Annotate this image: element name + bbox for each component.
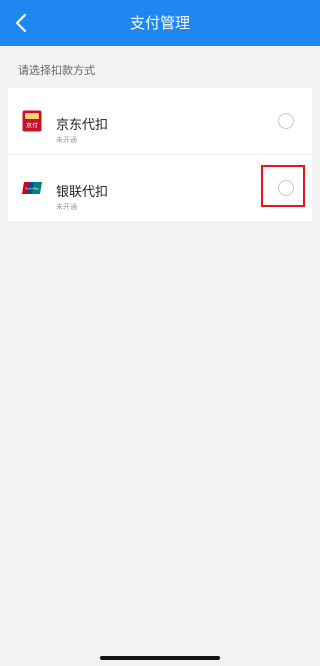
section-label: 请选择扣款方式	[18, 64, 95, 77]
payment-option-status: 未开通	[56, 136, 77, 144]
payment-option-jd[interactable]: 京付 京东代扣 未开通	[8, 88, 312, 154]
top-navigation-bar: 支付管理	[0, 0, 320, 46]
payment-option-unionpay[interactable]: UnionPay 银联代扣 未开通	[8, 154, 312, 221]
radio-button[interactable]	[278, 113, 294, 129]
unionpay-icon-text: UnionPay	[25, 187, 39, 191]
home-indicator	[100, 656, 220, 660]
back-button[interactable]	[6, 8, 36, 38]
payment-method-list: 京付 京东代扣 未开通 UnionPay 银联代扣 未开通	[8, 88, 312, 221]
payment-option-title: 银联代扣	[56, 185, 109, 200]
jd-pay-icon: 京付	[22, 110, 42, 132]
unionpay-icon: UnionPay	[22, 182, 42, 194]
payment-option-status: 未开通	[56, 203, 77, 211]
radio-button[interactable]	[278, 180, 294, 196]
jd-pay-icon-text: 京付	[26, 122, 38, 130]
chevron-left-icon	[15, 13, 27, 33]
payment-option-title: 京东代扣	[56, 118, 109, 133]
page-title: 支付管理	[129, 14, 190, 32]
